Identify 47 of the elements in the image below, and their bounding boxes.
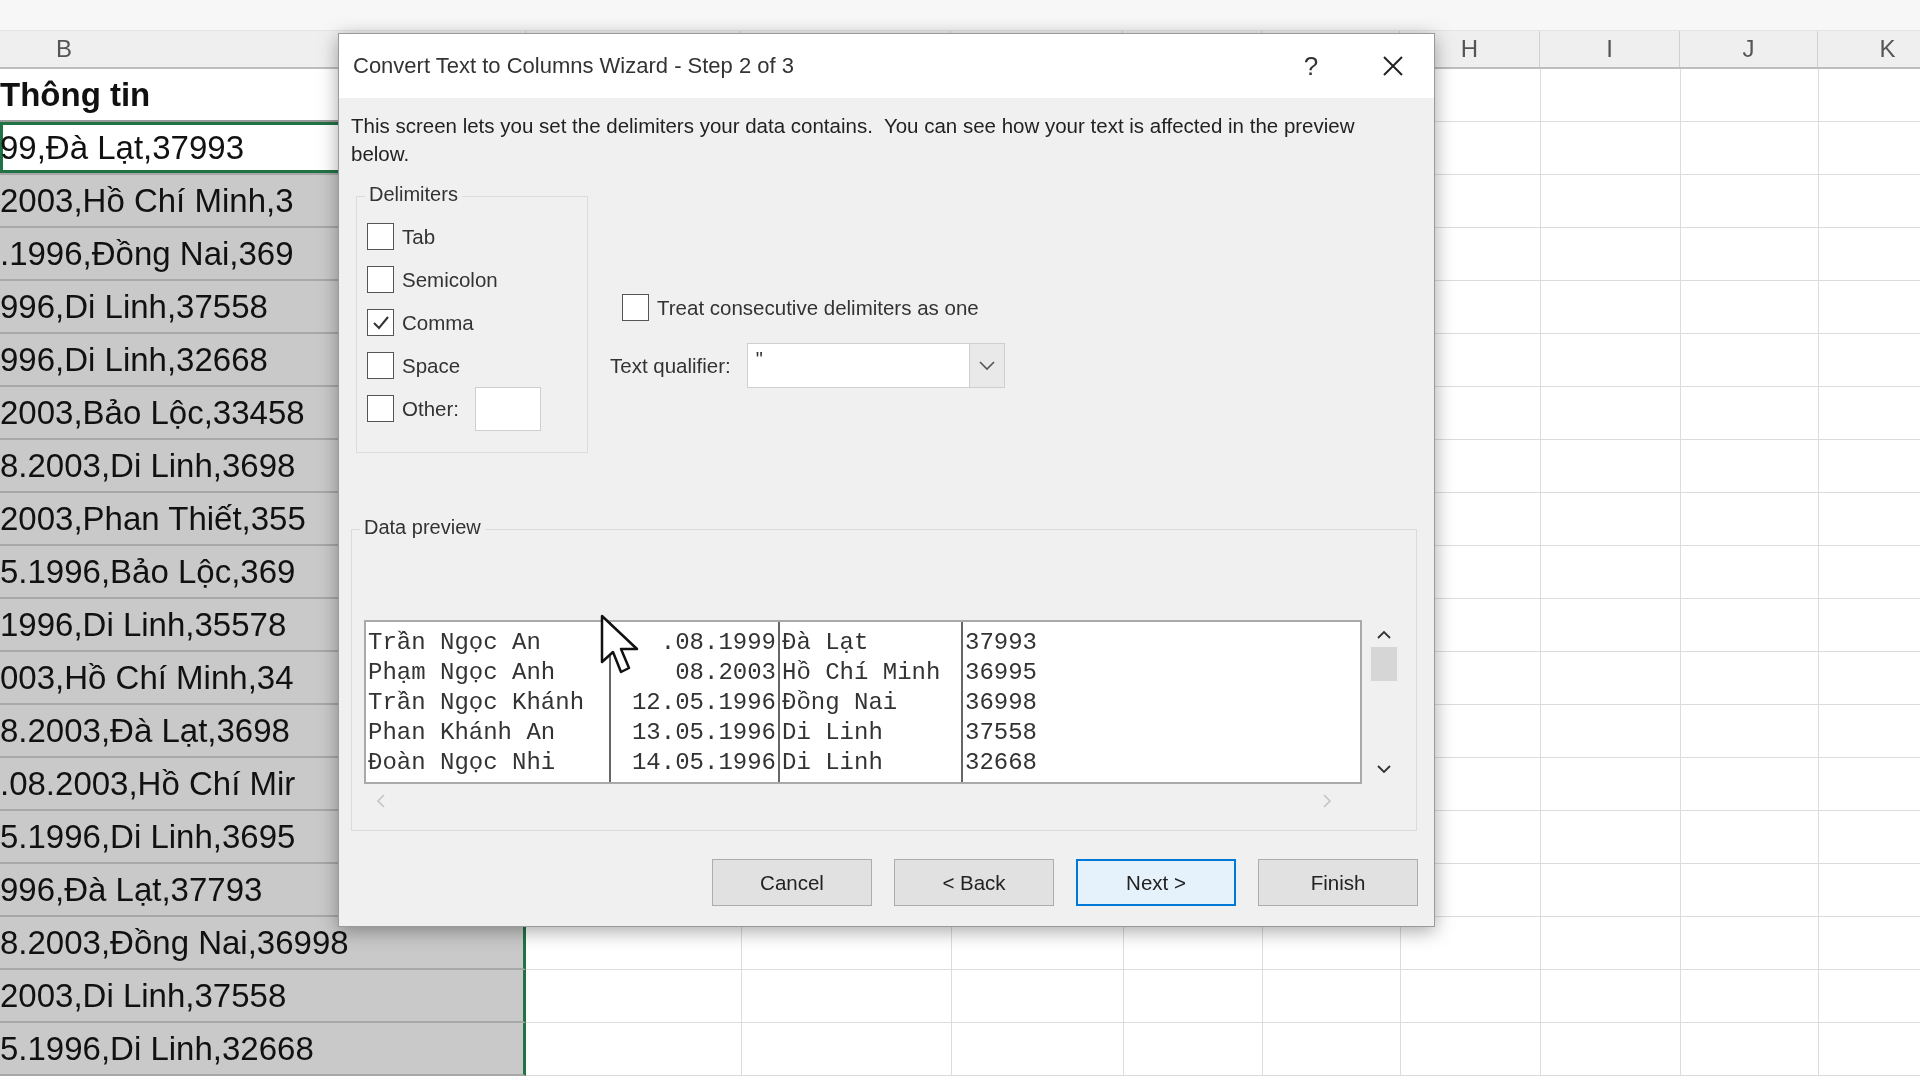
checkbox[interactable] [367, 309, 394, 336]
input-field[interactable] [474, 386, 541, 431]
close-icon [1382, 55, 1404, 77]
checkbox[interactable] [367, 223, 394, 250]
help-button[interactable]: ? [1270, 38, 1352, 94]
table-cell[interactable]: 8.2003,Đồng Nai,36998 [0, 917, 526, 970]
checkbox-label[interactable]: Comma [402, 310, 474, 335]
column-header[interactable]: H [1460, 35, 1479, 63]
chevron-down-icon [978, 360, 995, 371]
table-cell-text: Di Linh [781, 748, 884, 778]
table-cell-text: 37558 [964, 718, 1038, 748]
checkbox-label[interactable]: Treat consecutive delimiters as one [657, 295, 979, 320]
chevron-up-icon[interactable] [1377, 630, 1391, 639]
table-cell-text: 32668 [964, 748, 1038, 778]
table-cell-text: 36998 [964, 688, 1038, 718]
dialog-button[interactable]: Finish [1258, 859, 1418, 906]
column-header[interactable]: J [1742, 35, 1755, 63]
checkbox[interactable] [622, 294, 649, 321]
checkbox-label[interactable]: Space [402, 353, 461, 378]
chevron-down-icon[interactable] [1377, 765, 1391, 774]
text-qualifier-dropdown[interactable]: " [746, 343, 1005, 388]
column-header[interactable]: I [1606, 35, 1613, 63]
scrollbar-thumb[interactable] [1371, 647, 1397, 681]
table-cell[interactable]: 2003,Di Linh,37558 [0, 970, 526, 1023]
column-header[interactable]: K [1879, 35, 1896, 63]
checkbox-label[interactable]: Other: [402, 396, 459, 421]
column-header[interactable]: B [56, 35, 72, 63]
checkbox[interactable] [367, 266, 394, 293]
table-cell-text: .08.1999 [659, 628, 777, 658]
table-cell-text: 13.05.1996 [630, 718, 777, 748]
table-cell-text: Hồ Chí Minh [781, 658, 942, 688]
table-cell-text: Đồng Nai [781, 688, 899, 718]
table-cell-text: 08.2003 [674, 658, 777, 688]
dialog-button[interactable]: < Back [894, 859, 1054, 906]
checkbox[interactable] [367, 395, 394, 422]
group-label: Data preview [360, 516, 485, 539]
table-cell-text: 14.05.1996 [630, 748, 777, 778]
dialog-button[interactable]: Next > [1076, 859, 1236, 906]
table-cell-text: 37993 [964, 628, 1038, 658]
table-cell-text: 12.05.1996 [630, 688, 777, 718]
table-cell[interactable]: 5.1996,Di Linh,32668 [0, 1023, 526, 1076]
table-cell-text: Di Linh [781, 718, 884, 748]
field-label: Text qualifier: [610, 353, 731, 378]
table-cell-text: Đà Lạt [781, 628, 870, 658]
dialog-button[interactable]: Cancel [712, 859, 872, 906]
checkbox[interactable] [367, 352, 394, 379]
table-cell-text: 36995 [964, 658, 1038, 688]
